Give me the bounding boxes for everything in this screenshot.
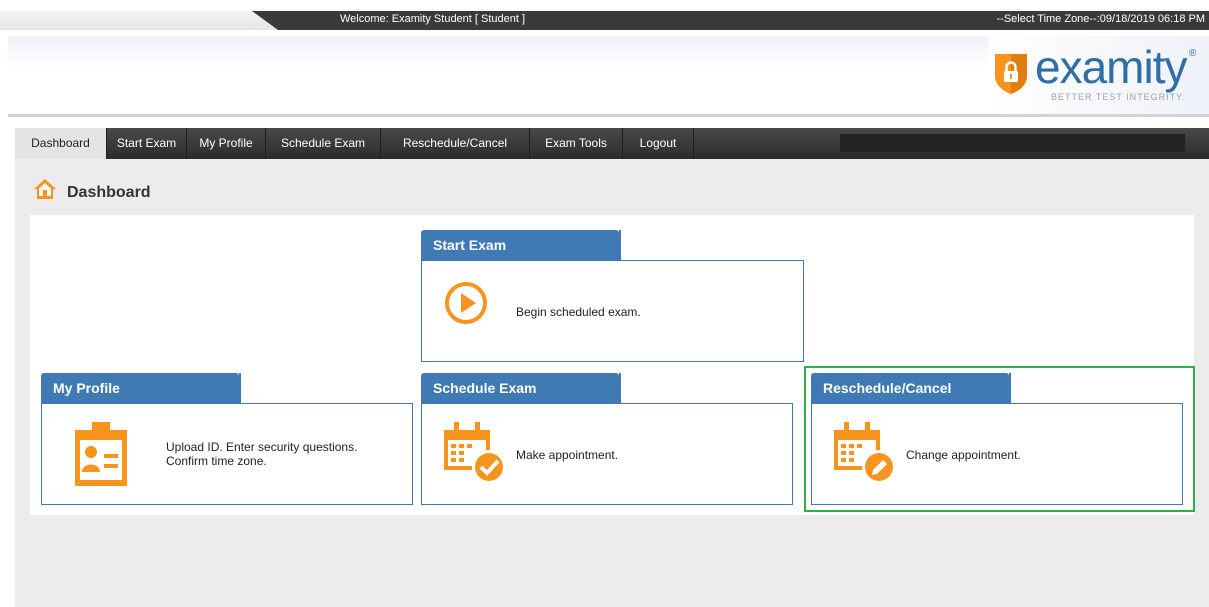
home-icon	[34, 179, 56, 199]
nav-schedule-exam[interactable]: Schedule Exam	[266, 128, 381, 159]
top-strip: Welcome: Examity Student [ Student ] --S…	[0, 11, 1209, 30]
my-profile-card-title[interactable]: My Profile	[41, 373, 245, 403]
nav-reschedule-cancel[interactable]: Reschedule/Cancel	[381, 128, 530, 159]
start-exam-card-title[interactable]: Start Exam	[421, 230, 625, 260]
page-title: Dashboard	[67, 184, 151, 201]
play-icon	[445, 282, 487, 324]
highlight-box	[804, 366, 1195, 512]
welcome-text: Welcome: Examity Student [ Student ]	[340, 13, 526, 25]
logo-wordmark: examity	[1035, 41, 1187, 93]
schedule-exam-description: Make appointment.	[516, 448, 619, 462]
id-card-icon	[75, 422, 127, 486]
nav-dashboard[interactable]: Dashboard	[15, 128, 107, 159]
examity-logo: examity ® BETTER TEST INTEGRITY.	[993, 42, 1203, 106]
schedule-exam-card-title[interactable]: Schedule Exam	[421, 373, 625, 403]
main-nav: Dashboard Start Exam My Profile Schedule…	[15, 128, 1209, 159]
lock-shield-icon	[995, 54, 1027, 94]
my-profile-description-line2: Confirm time zone.	[166, 454, 267, 468]
logo-tagline: BETTER TEST INTEGRITY.	[1051, 92, 1186, 102]
my-profile-description-line1: Upload ID. Enter security questions.	[166, 440, 358, 454]
start-exam-description: Begin scheduled exam.	[516, 305, 641, 319]
nav-start-exam[interactable]: Start Exam	[107, 128, 187, 159]
calendar-check-icon	[444, 422, 506, 484]
nav-my-profile[interactable]: My Profile	[187, 128, 266, 159]
header: examity ® BETTER TEST INTEGRITY.	[8, 36, 1209, 117]
timezone-select[interactable]: --Select Time Zone--:09/18/2019 06:18 PM	[997, 13, 1206, 25]
nav-exam-tools[interactable]: Exam Tools	[530, 128, 623, 159]
nav-logout[interactable]: Logout	[623, 128, 694, 159]
